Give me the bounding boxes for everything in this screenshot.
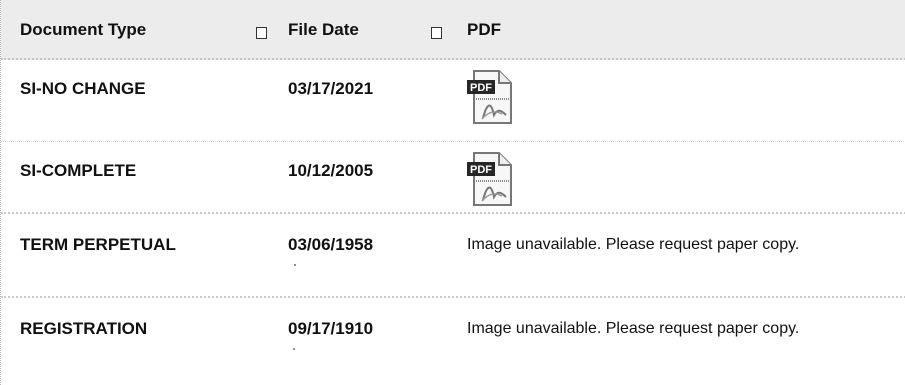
table-row: SI-NO CHANGE 03/17/2021 PDF: [1, 60, 905, 142]
file-date-header[interactable]: File Date: [288, 15, 359, 45]
svg-text:PDF: PDF: [470, 82, 492, 94]
file-date-cell: 10/12/2005: [288, 161, 374, 180]
document-type-cell: TERM PERPETUAL: [20, 235, 176, 254]
document-type-cell: SI-COMPLETE: [20, 161, 137, 180]
table-row: TERM PERPETUAL 03/06/1958 Image unavaila…: [1, 214, 905, 298]
pdf-icon[interactable]: PDF: [464, 150, 522, 208]
document-type-cell: REGISTRATION: [20, 319, 148, 338]
pdf-header: PDF: [467, 20, 501, 39]
sort-icon[interactable]: [256, 27, 267, 39]
document-type-cell: SI-NO CHANGE: [20, 79, 146, 98]
file-date-cell: 09/17/1910: [288, 319, 374, 338]
table-header-row: Document Type File Date PDF: [1, 0, 905, 60]
pdf-status-text: Image unavailable. Please request paper …: [467, 320, 800, 337]
table-row: SI-COMPLETE 10/12/2005 PDF: [1, 142, 905, 214]
pdf-status-text: Image unavailable. Please request paper …: [467, 236, 800, 253]
pdf-icon[interactable]: PDF: [464, 68, 522, 126]
table-row: REGISTRATION 09/17/1910 Image unavailabl…: [1, 298, 905, 385]
document-type-header[interactable]: Document Type: [20, 15, 146, 45]
svg-text:PDF: PDF: [470, 164, 492, 176]
file-date-cell: 03/06/1958: [288, 235, 374, 254]
documents-table: Document Type File Date PDF SI-NO CHANGE…: [0, 0, 905, 385]
scan-mark: [294, 264, 296, 266]
file-date-cell: 03/17/2021: [288, 79, 374, 98]
sort-icon[interactable]: [431, 27, 442, 39]
scan-mark: [293, 348, 295, 350]
